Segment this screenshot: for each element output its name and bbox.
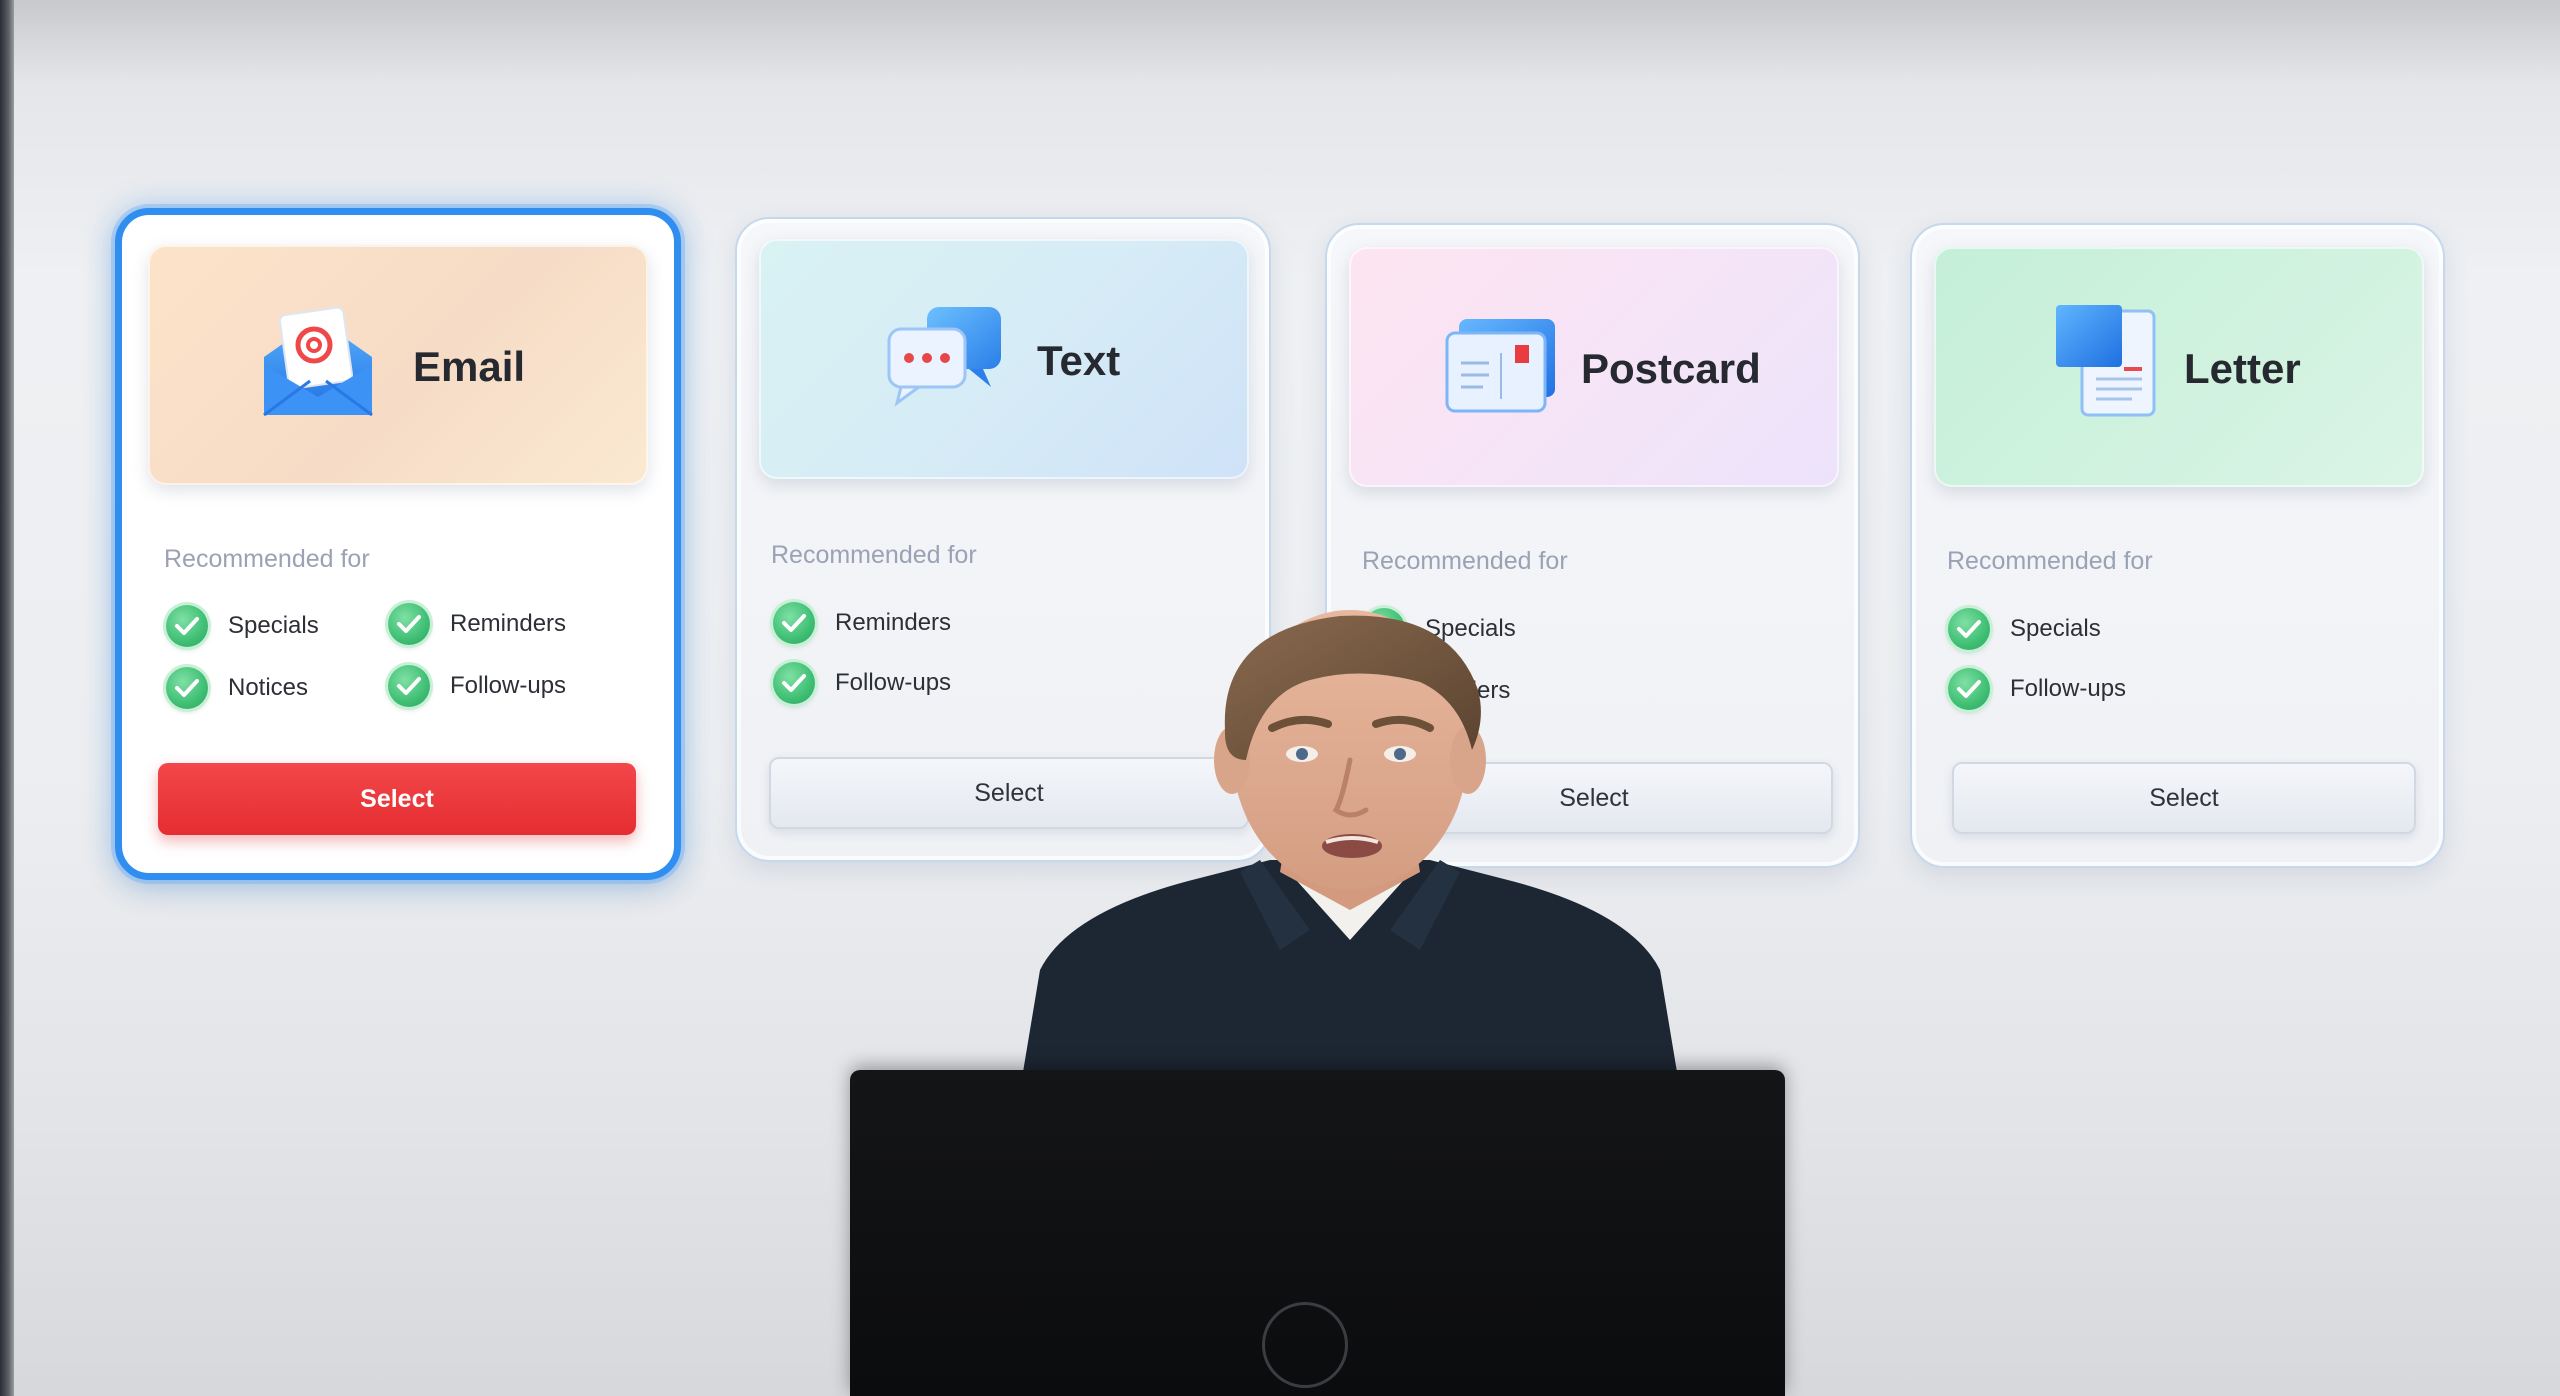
check-icon	[1948, 608, 1990, 650]
postcard-recommended-label: Recommended for	[1362, 547, 1568, 575]
text-card-title: Text	[1037, 337, 1121, 384]
feature-label: Notices	[228, 674, 309, 701]
email-feature-reminders: Reminders	[388, 603, 566, 645]
email-envelope-icon	[263, 306, 373, 417]
check-icon	[166, 605, 208, 647]
email-card-header: Email	[148, 245, 648, 485]
email-recommended-label: Recommended for	[164, 545, 370, 573]
postcard-icon	[1445, 319, 1555, 413]
email-card[interactable]: Email Recommended for Specials Reminders…	[115, 208, 681, 880]
letter-feature-followups: Follow-ups	[1948, 668, 2126, 710]
text-feature-reminders: Reminders	[773, 602, 951, 644]
feature-label: Reminders	[450, 610, 567, 637]
feature-label: Follow-ups	[450, 672, 567, 699]
check-icon	[773, 602, 815, 644]
feature-label: Follow-ups	[835, 669, 952, 696]
email-select-button[interactable]: Select	[158, 763, 636, 835]
check-icon	[388, 665, 430, 707]
letter-card-title: Letter	[2184, 345, 2301, 392]
text-card-header: Text	[759, 239, 1249, 479]
email-feature-specials: Specials	[166, 605, 319, 647]
feature-label: Specials	[2010, 615, 2101, 642]
letter-document-icon	[2056, 305, 2156, 417]
letter-feature-specials: Specials	[1948, 608, 2101, 650]
email-card-title: Email	[413, 343, 526, 390]
text-recommended-label: Recommended for	[771, 541, 977, 569]
email-feature-notices: Notices	[166, 667, 308, 709]
feature-label: Specials	[228, 612, 319, 639]
check-icon	[166, 667, 208, 709]
check-icon	[388, 603, 430, 645]
monitor-logo-icon	[1262, 1302, 1348, 1388]
email-feature-followups: Follow-ups	[388, 665, 566, 707]
feature-label: Follow-ups	[2010, 675, 2127, 702]
text-feature-followups: Follow-ups	[773, 662, 951, 704]
letter-card-header: Letter	[1934, 247, 2424, 487]
feature-label: Reminders	[835, 609, 952, 636]
postcard-card-title: Postcard	[1581, 345, 1761, 392]
letter-card[interactable]: Letter Recommended for Specials Follow-u…	[1910, 223, 2445, 868]
check-icon	[773, 662, 815, 704]
computer-monitor	[850, 1070, 1785, 1396]
text-message-icon	[887, 307, 1001, 407]
check-icon	[1948, 668, 1990, 710]
window-left-edge	[0, 0, 14, 1396]
postcard-card-header: Postcard	[1349, 247, 1839, 487]
presenter-person	[1020, 610, 1680, 1090]
letter-select-button[interactable]: Select	[1952, 762, 2416, 834]
letter-recommended-label: Recommended for	[1947, 547, 2153, 575]
